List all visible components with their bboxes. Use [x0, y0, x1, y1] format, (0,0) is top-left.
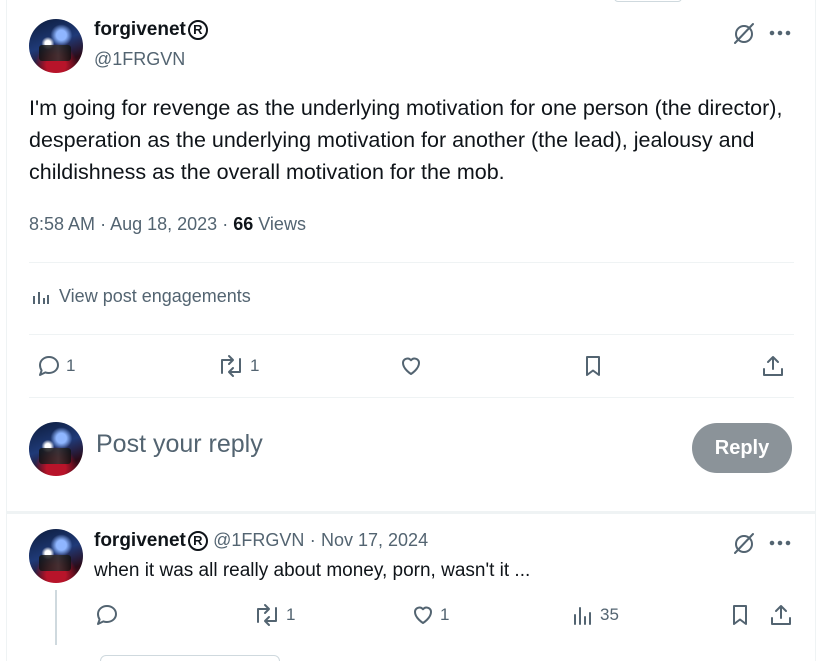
bookmark-icon	[586, 356, 600, 376]
repost-action[interactable]: 1	[252, 602, 295, 628]
reply-action[interactable]	[94, 602, 120, 628]
reply-icon	[97, 605, 117, 625]
more-options-icon[interactable]	[767, 20, 793, 46]
reply-author-name[interactable]: forgivenet	[94, 530, 186, 551]
reply-input[interactable]: Post your reply	[96, 430, 263, 459]
like-button[interactable]	[398, 353, 424, 379]
analytics-icon	[33, 291, 49, 304]
section-separator	[7, 511, 816, 514]
reply-author-handle[interactable]: @1FRGVN	[213, 530, 304, 550]
heart-icon	[414, 606, 432, 624]
avatar[interactable]	[29, 529, 83, 583]
registered-badge-icon: R	[187, 20, 208, 40]
engagements-label: View post engagements	[59, 286, 251, 306]
heart-icon	[402, 357, 420, 375]
like-count: 1	[440, 605, 450, 624]
reply-header: forgivenet R @1FRGVN · Nov 17, 2024	[94, 530, 429, 551]
author-handle[interactable]: @1FRGVN	[94, 49, 185, 70]
view-engagements-link[interactable]: View post engagements	[31, 286, 251, 307]
analytics-icon	[574, 607, 591, 625]
like-button[interactable]: 1	[410, 602, 449, 628]
views-count: 66	[233, 214, 254, 234]
share-icon	[771, 605, 791, 625]
registered-badge-icon: R	[187, 531, 208, 551]
reply-action[interactable]: 1	[36, 353, 75, 379]
grok-icon[interactable]	[731, 20, 757, 46]
repost-icon	[257, 604, 277, 626]
post-date[interactable]: Aug 18, 2023	[110, 214, 217, 234]
bookmark-button[interactable]	[580, 353, 606, 379]
grok-icon[interactable]	[731, 530, 757, 556]
divider	[29, 334, 794, 335]
post-time[interactable]: 8:58 AM	[29, 214, 95, 234]
reply-button[interactable]: Reply	[692, 423, 792, 473]
avatar[interactable]	[29, 19, 83, 73]
repost-count: 1	[286, 605, 296, 624]
avatar[interactable]	[29, 422, 83, 476]
scroll-indicator	[614, 0, 682, 2]
share-icon	[763, 356, 783, 376]
thread-line	[55, 590, 57, 645]
reply-text: when it was all really about money, porn…	[94, 560, 531, 581]
reply-count: 1	[66, 356, 76, 375]
post-author: forgivenet R	[94, 19, 208, 41]
views-action[interactable]: 35	[570, 602, 619, 628]
next-item-pill[interactable]	[100, 655, 280, 661]
divider	[29, 262, 794, 263]
reply-icon	[39, 356, 59, 376]
more-options-icon[interactable]	[767, 530, 793, 556]
repost-count: 1	[250, 356, 260, 375]
post-meta: 8:58 AM · Aug 18, 2023 · 66 Views	[29, 214, 306, 234]
author-name[interactable]: forgivenet	[94, 19, 186, 40]
repost-icon	[221, 355, 241, 377]
share-button[interactable]	[768, 602, 794, 628]
repost-action[interactable]: 1	[216, 353, 259, 379]
views-count: 35	[600, 605, 619, 624]
post-text: I'm going for revenge as the underlying …	[29, 96, 783, 184]
divider	[29, 397, 794, 398]
reply-date[interactable]: Nov 17, 2024	[321, 530, 428, 550]
bookmark-button[interactable]	[727, 602, 753, 628]
share-button[interactable]	[760, 353, 786, 379]
views-label: Views	[258, 214, 306, 234]
bookmark-icon	[733, 605, 747, 625]
